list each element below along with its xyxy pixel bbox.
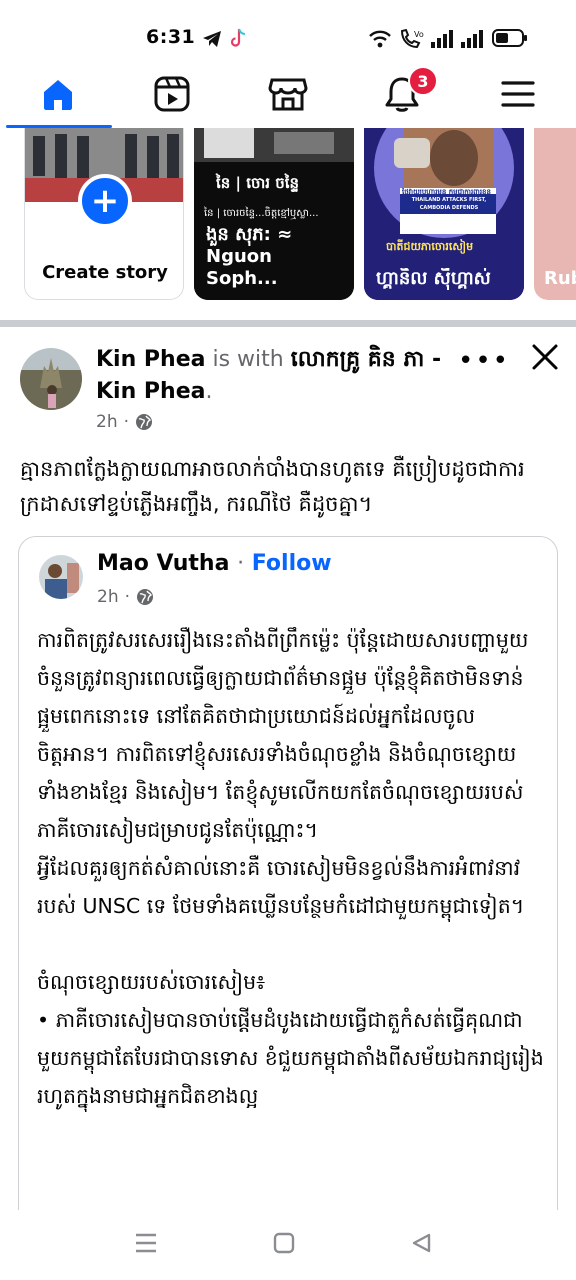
back-icon[interactable] <box>410 1232 432 1254</box>
signal-icon <box>461 30 483 48</box>
nav-video[interactable] <box>148 70 196 118</box>
story-author: ហ្គានិល ស៊ីហ្គាស់ <box>376 268 491 289</box>
marketplace-icon <box>268 78 308 111</box>
signal-icon <box>431 30 453 48</box>
create-story-label: Create story <box>42 262 168 283</box>
shared-post-card[interactable]: Mao Vutha · Follow 2h · ការពិតត្រូវសរសេរ… <box>18 536 558 1256</box>
post-text: គ្មានភាពក្លែងក្លាយណាអាចលាក់បាំងបានហូតទេ … <box>20 457 525 516</box>
story-author: ងួន សុភ: ≈ Nguon Soph... <box>206 224 293 289</box>
video-icon <box>154 76 190 112</box>
shared-post-text: ការពិតត្រូវសរសេររឿងនេះតាំងពីព្រឹកម្ល៉េះ … <box>37 628 544 1108</box>
home-button-icon[interactable] <box>273 1232 295 1254</box>
menu-icon <box>501 81 535 107</box>
notification-badge: 3 <box>408 66 438 96</box>
nav-menu[interactable] <box>494 70 542 118</box>
more-options-icon[interactable]: ••• <box>458 346 510 376</box>
shared-meta: 2h · <box>97 587 154 607</box>
svg-text:Vo: Vo <box>414 30 424 39</box>
story-caption: បាតីជយភាចោរសៀម <box>386 240 474 253</box>
nav-home[interactable] <box>34 70 82 118</box>
recent-apps-icon[interactable] <box>134 1232 158 1254</box>
status-time: 6:31 <box>146 26 196 48</box>
post-meta: 2h · <box>96 412 153 432</box>
shared-author-name[interactable]: Mao Vutha <box>97 551 229 576</box>
shared-author-line: Mao Vutha · Follow <box>97 551 332 576</box>
shared-author-avatar[interactable] <box>39 555 83 599</box>
with-text: is with <box>212 347 284 372</box>
post-time[interactable]: 2h <box>96 412 118 432</box>
tiktok-icon <box>230 28 246 47</box>
top-navigation <box>0 62 576 128</box>
post-author-line: Kin Phea is with លោកគ្រូ គិន ភា - Kin Ph… <box>96 347 442 404</box>
globe-icon <box>137 589 153 605</box>
nav-marketplace[interactable] <box>264 70 312 118</box>
story-author: Rub <box>544 268 576 289</box>
post-author-name[interactable]: Kin Phea <box>96 347 205 372</box>
stories-tray: + Create story នៃ | ចោរ ចន្ទៃ នៃ | ចោរចន… <box>0 128 576 302</box>
telegram-icon <box>203 31 221 47</box>
globe-icon <box>136 414 152 430</box>
shared-time[interactable]: 2h <box>97 587 119 607</box>
author-avatar[interactable] <box>20 348 82 410</box>
add-story-icon[interactable]: + <box>78 174 132 228</box>
story-card[interactable]: នៃ | ចោរ ចន្ទៃ នៃ | ចោរចន្ទៃ...ចិត្តខ្មៅ… <box>194 128 354 300</box>
story-card[interactable]: ថៃវាយប្រហារមុន កម្ពុជាការពារខ្លួន THAILA… <box>364 128 524 300</box>
story-subtitle: នៃ | ចោរចន្ទៃ...ចិត្តខ្មៅឬស្លា... <box>204 208 319 219</box>
follow-button[interactable]: Follow <box>252 551 332 576</box>
system-navigation-bar <box>0 1210 576 1280</box>
call-icon: Vo <box>400 28 424 49</box>
create-story-card[interactable]: + Create story <box>24 128 184 300</box>
story-card[interactable]: Rub <box>534 128 576 300</box>
section-divider <box>0 320 576 327</box>
story-title: នៃ | ចោរ ចន្ទៃ <box>216 174 300 192</box>
battery-icon <box>492 29 527 47</box>
wifi-icon <box>369 30 391 48</box>
home-icon <box>44 80 72 110</box>
close-icon[interactable] <box>528 340 562 374</box>
story-banner-en: THAILAND ATTACKS FIRST, CAMBODIA DEFENDS <box>411 197 487 211</box>
separator: · <box>237 551 245 576</box>
